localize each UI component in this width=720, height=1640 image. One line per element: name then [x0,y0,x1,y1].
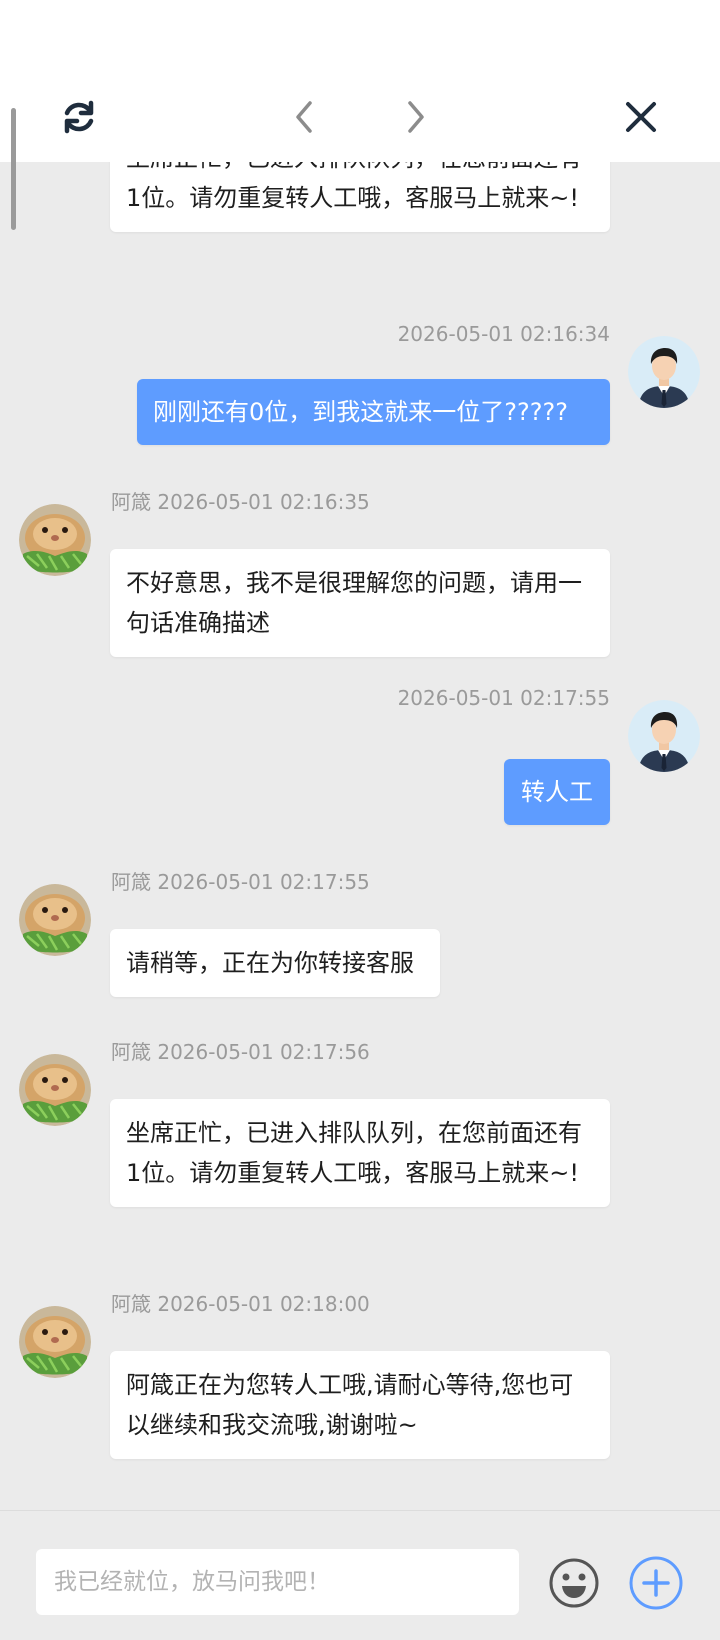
status-area [0,0,720,72]
message-meta: 阿箴 2026-05-01 02:18:00 [111,1292,370,1316]
message-meta: 阿箴 2026-05-01 02:17:56 [111,1040,370,1064]
bot-message-bubble: 坐席正忙，已进入排队队列，在您前面还有1位。请勿重复转人工哦，客服马上就来~! [110,1099,610,1207]
message-meta: 阿箴 2026-05-01 02:16:35 [111,490,370,514]
refresh-icon[interactable] [52,90,106,144]
message-text: 坐席正忙，已进入排队队列，在您前面还有1位。请勿重复转人工哦，客服马上就来~! [126,162,582,212]
message-meta: 阿箴 2026-05-01 02:17:55 [111,870,370,894]
emoji-icon[interactable] [546,1555,602,1611]
bottom-input-bar [0,1510,720,1640]
chat-message-list[interactable]: 坐席正忙，已进入排队队列，在您前面还有1位。请勿重复转人工哦，客服马上就来~! … [0,162,720,1510]
message-text: 转人工 [521,778,593,806]
bot-avatar [19,1054,91,1126]
bot-message-bubble: 坐席正忙，已进入排队队列，在您前面还有1位。请勿重复转人工哦，客服马上就来~! [110,162,610,232]
bot-message-bubble: 不好意思，我不是很理解您的问题，请用一句话准确描述 [110,549,610,657]
user-avatar [628,336,700,408]
message-text: 不好意思，我不是很理解您的问题，请用一句话准确描述 [126,569,582,637]
chevron-right-icon[interactable] [388,90,442,144]
message-meta: 2026-05-01 02:16:34 [397,322,610,346]
bot-message-bubble: 阿箴正在为您转人工哦,请耐心等待,您也可以继续和我交流哦,谢谢啦~ [110,1351,610,1459]
bot-avatar [19,504,91,576]
bot-avatar [19,1306,91,1378]
user-message-bubble: 转人工 [504,759,610,825]
message-text: 阿箴正在为您转人工哦,请耐心等待,您也可以继续和我交流哦,谢谢啦~ [126,1371,574,1439]
bot-message-bubble: 请稍等，正在为你转接客服 [110,929,440,997]
message-text: 坐席正忙，已进入排队队列，在您前面还有1位。请勿重复转人工哦，客服马上就来~! [126,1119,582,1187]
user-avatar [628,700,700,772]
top-nav-bar [0,72,720,162]
bot-avatar [19,884,91,956]
message-meta: 2026-05-01 02:17:55 [397,686,610,710]
chevron-left-icon[interactable] [278,90,332,144]
message-text: 请稍等，正在为你转接客服 [126,949,414,977]
message-text: 刚刚还有0位，到我这就来一位了????? [153,398,568,426]
user-message-bubble: 刚刚还有0位，到我这就来一位了????? [137,379,610,445]
plus-circle-icon[interactable] [628,1555,684,1611]
close-icon[interactable] [614,90,668,144]
scroll-indicator[interactable] [11,108,16,230]
message-input[interactable] [36,1549,519,1615]
